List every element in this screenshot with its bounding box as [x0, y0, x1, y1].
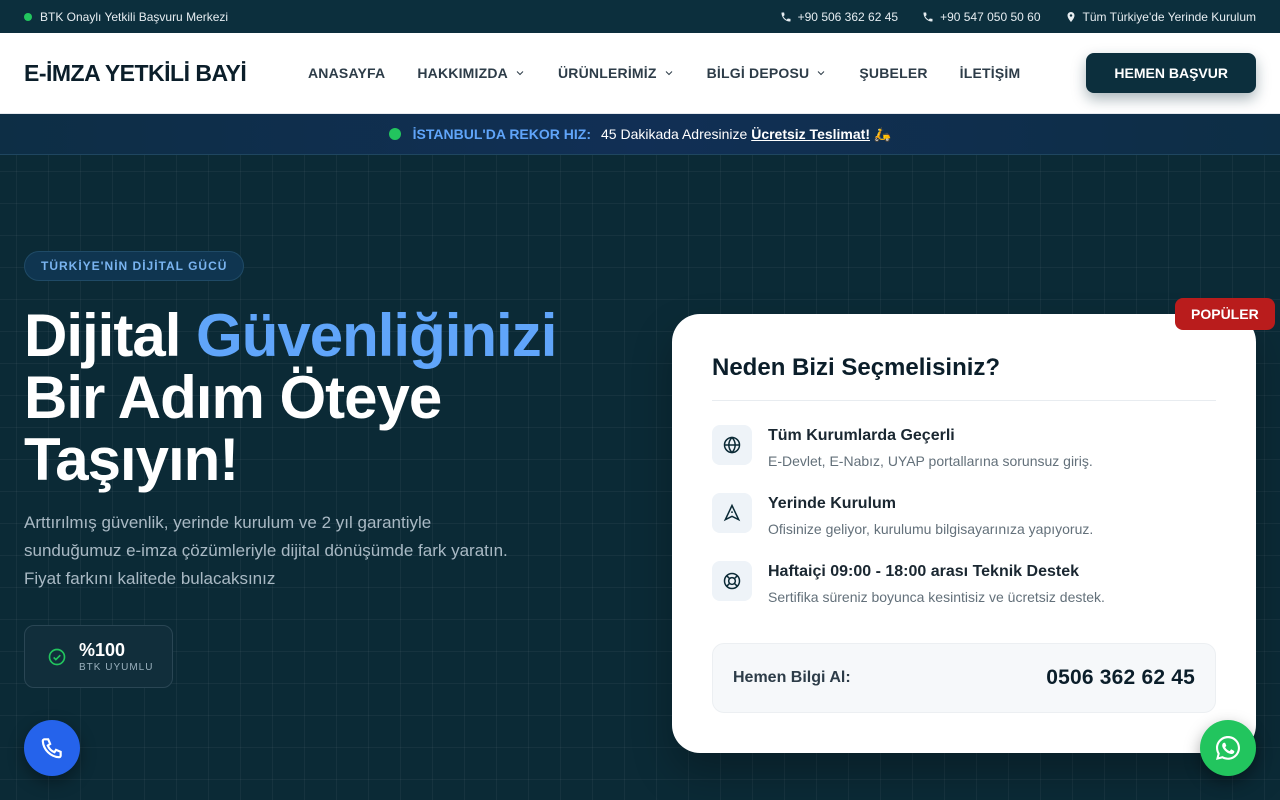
feature-title: Yerinde Kurulum: [768, 495, 897, 512]
nav-item-label: BİLGİ DEPOSU: [706, 65, 810, 81]
scooter-icon: 🛵: [873, 125, 892, 142]
lifebuoy-icon: [723, 572, 741, 590]
top-bar-left: BTK Onaylı Yetkili Başvuru Merkezi: [24, 10, 228, 24]
nav-item-subeler[interactable]: ŞUBELER: [859, 65, 927, 81]
chevron-down-icon: [516, 71, 524, 76]
nav-item-iletisim[interactable]: İLETİŞİM: [960, 65, 1021, 81]
feature-desc: Ofisinize geliyor, kurulumu bilgisayarın…: [768, 521, 1094, 537]
announcement-body: 45 Dakikada Adresinize: [601, 125, 748, 142]
feature-icon-box: [712, 425, 752, 465]
nav-item-urunlerimiz[interactable]: ÜRÜNLERİMİZ: [558, 65, 675, 81]
feature-text: Haftaiçi 09:00 - 18:00 arası Teknik Dest…: [768, 561, 1105, 605]
info-call-box[interactable]: Hemen Bilgi Al: 0506 362 62 45: [712, 643, 1216, 713]
feature-item: Yerinde Kurulum Ofisinize geliyor, kurul…: [712, 493, 1216, 537]
nav-item-label: HAKKIMIZDA: [417, 65, 508, 81]
site-logo[interactable]: E-İMZA YETKİLİ BAYİ: [24, 60, 308, 87]
main-navigation: E-İMZA YETKİLİ BAYİ ANASAYFA HAKKIMIZDA …: [0, 33, 1280, 114]
status-dot-icon: [24, 12, 32, 21]
top-bar-certification: BTK Onaylı Yetkili Başvuru Merkezi: [40, 9, 229, 24]
feature-title: Haftaiçi 09:00 - 18:00 arası Teknik Dest…: [768, 563, 1079, 580]
feature-desc: Sertifika süreniz boyunca kesintisiz ve …: [768, 589, 1105, 605]
hero-title: Dijital Güvenliğinizi Bir Adım Öteye Taşı…: [24, 305, 644, 491]
stat-label: BTK UYUMLU: [79, 662, 154, 673]
hero-section: TÜRKİYE'NİN DİJİTAL GÜCÜ Dijital Güvenli…: [0, 155, 1280, 800]
top-bar-phone-1-text: +90 506 362 62 45: [797, 9, 899, 24]
card-title: Neden Bizi Seçmelisiniz?: [712, 354, 1216, 401]
feature-icon-box: [712, 561, 752, 601]
info-phone-number: 0506 362 62 45: [1046, 666, 1195, 689]
announcement-highlight: İSTANBUL'DA REKOR HIZ:: [412, 126, 591, 142]
globe-icon: [723, 436, 741, 454]
top-bar-phone-1[interactable]: +90 506 362 62 45: [780, 10, 898, 24]
feature-desc: E-Devlet, E-Nabız, UYAP portallarına sor…: [768, 453, 1093, 469]
feature-title: Tüm Kurumlarda Geçerli: [768, 427, 955, 444]
top-bar-contacts: +90 506 362 62 45 +90 547 050 50 60 Tüm …: [780, 10, 1256, 24]
phone-icon: [923, 12, 933, 21]
top-bar-location: Tüm Türkiye'de Yerinde Kurulum: [1065, 9, 1257, 24]
call-floating-button[interactable]: [24, 720, 80, 776]
nav-menu: ANASAYFA HAKKIMIZDA ÜRÜNLERİMİZ BİLGİ DE…: [308, 65, 1086, 81]
nav-item-hakkimizda[interactable]: HAKKIMIZDA: [417, 65, 526, 81]
feature-text: Tüm Kurumlarda Geçerli E-Devlet, E-Nabız…: [768, 425, 1093, 469]
hero-title-part2: Bir Adım Öteye Taşıyın!: [24, 364, 442, 493]
info-label: Hemen Bilgi Al:: [733, 669, 851, 686]
why-choose-us-card: Neden Bizi Seçmelisiniz? Tüm Kurumlarda …: [672, 314, 1256, 753]
free-delivery-link[interactable]: Ücretsiz Teslimat!: [751, 126, 870, 142]
chevron-down-icon: [665, 71, 672, 76]
live-dot-icon: [388, 128, 401, 140]
whatsapp-icon: [1216, 736, 1240, 760]
top-bar-location-text: Tüm Türkiye'de Yerinde Kurulum: [1082, 9, 1257, 24]
stat-value: %100: [79, 640, 126, 660]
feature-item: Haftaiçi 09:00 - 18:00 arası Teknik Dest…: [712, 561, 1216, 605]
feature-text: Yerinde Kurulum Ofisinize geliyor, kurul…: [768, 493, 1093, 537]
nav-item-label: ANASAYFA: [308, 65, 386, 81]
nav-item-bilgi-deposu[interactable]: BİLGİ DEPOSU: [707, 65, 828, 81]
announcement-bar: İSTANBUL'DA REKOR HIZ: 45 Dakikada Adres…: [0, 114, 1280, 155]
navigation-icon: [723, 503, 741, 522]
top-bar: BTK Onaylı Yetkili Başvuru Merkezi +90 5…: [0, 0, 1280, 33]
phone-icon: [781, 12, 791, 21]
nav-item-anasayfa[interactable]: ANASAYFA: [308, 65, 385, 81]
stat-text: %100 BTK UYUMLU: [79, 640, 153, 673]
announcement-text: 45 Dakikada Adresinize Ücretsiz Teslimat…: [601, 126, 891, 143]
whatsapp-floating-button[interactable]: [1200, 720, 1256, 776]
apply-now-button[interactable]: HEMEN BAŞVUR: [1086, 53, 1256, 93]
hero-title-highlight: Güvenliğinizi: [196, 302, 557, 369]
btk-compliance-stat: %100 BTK UYUMLU: [24, 625, 173, 688]
phone-icon: [41, 738, 62, 759]
feature-icon-box: [712, 493, 752, 533]
nav-item-label: İLETİŞİM: [959, 65, 1021, 81]
nav-item-label: ÜRÜNLERİMİZ: [557, 65, 657, 81]
hero-title-part1: Dijital: [24, 302, 197, 369]
top-bar-phone-2[interactable]: +90 547 050 50 60: [922, 9, 1041, 24]
feature-item: Tüm Kurumlarda Geçerli E-Devlet, E-Nabız…: [712, 425, 1216, 469]
nav-item-label: ŞUBELER: [859, 65, 928, 81]
chevron-down-icon: [818, 71, 825, 76]
hero-description: Arttırılmış güvenlik, yerinde kurulum ve…: [24, 513, 508, 588]
top-bar-phone-2-text: +90 547 050 50 60: [940, 9, 1041, 24]
hero-badge: TÜRKİYE'NİN DİJİTAL GÜCÜ: [24, 251, 245, 281]
map-pin-icon: [1067, 11, 1074, 22]
popular-badge: POPÜLER: [1175, 298, 1275, 330]
check-circle-icon: [48, 648, 66, 665]
